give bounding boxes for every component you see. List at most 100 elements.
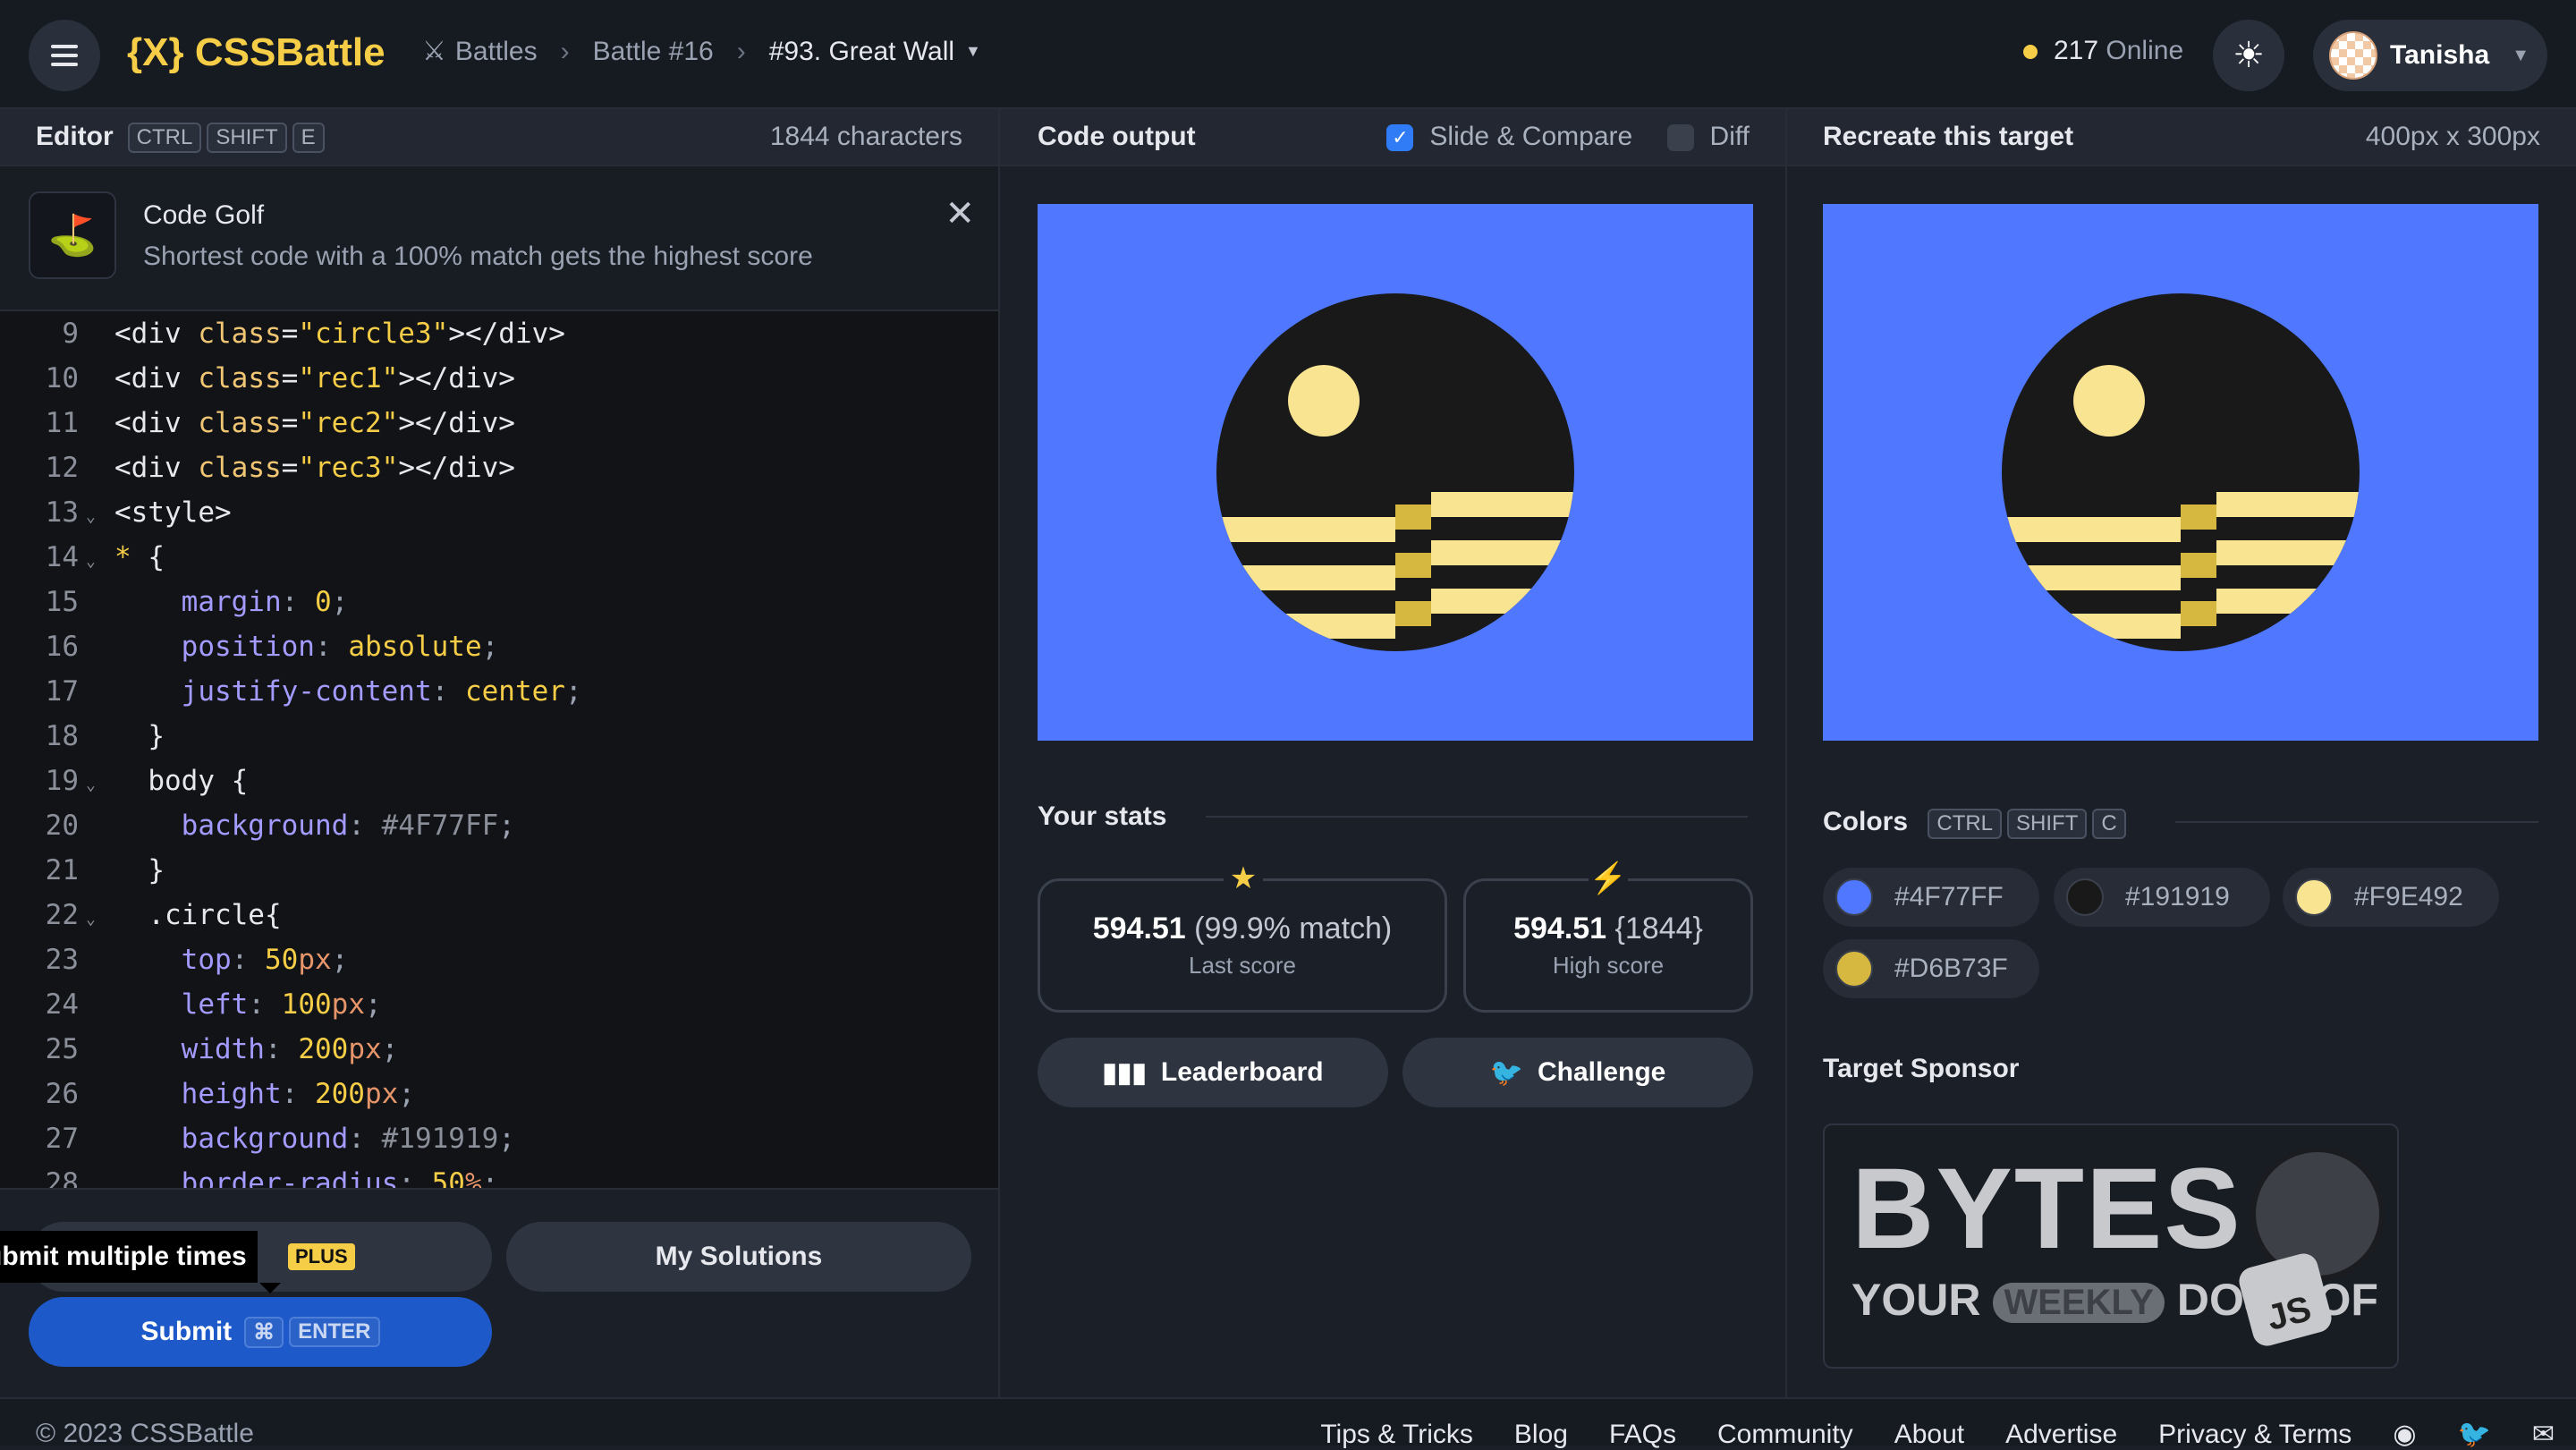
mouth-icon	[2250, 1147, 2385, 1281]
sponsor-banner[interactable]: BYTES YOUR WEEKLY DOSE OF JS	[1823, 1124, 2399, 1369]
code-line[interactable]: 22 ⌄ .circle{	[0, 893, 998, 937]
color-hex: #D6B73F	[1894, 954, 2008, 983]
editor-title: Editor	[36, 122, 114, 151]
code-line[interactable]: 25 width: 200px;	[0, 1027, 998, 1072]
footer-link[interactable]: Community	[1717, 1420, 1853, 1450]
footer-link[interactable]: FAQs	[1609, 1420, 1676, 1450]
breadcrumb-current[interactable]: #93. Great Wall	[769, 37, 954, 67]
code-line[interactable]: 26 height: 200px;	[0, 1072, 998, 1116]
stats-title: Your stats	[1038, 801, 1167, 831]
footer-link[interactable]: Tips & Tricks	[1320, 1420, 1473, 1450]
code-line[interactable]: 19 ⌄ body {	[0, 759, 998, 803]
color-dot	[1835, 950, 1873, 988]
footer-link[interactable]: Blog	[1514, 1420, 1568, 1450]
challenge-button[interactable]: 🐦 Challenge	[1402, 1038, 1753, 1107]
code-line[interactable]: 18 }	[0, 714, 998, 759]
code-golf-notice: ⛳ Code Golf Shortest code with a 100% ma…	[0, 166, 998, 311]
breadcrumb-battles[interactable]: Battles	[455, 37, 538, 67]
bar-chart-icon: ▮▮▮	[1102, 1057, 1147, 1088]
code-text: .circle{	[114, 899, 282, 931]
output-title: Code output	[1038, 122, 1196, 151]
breadcrumb: ⚔ Battles › Battle #16 › #93. Great Wall…	[422, 36, 981, 67]
footer-link[interactable]: Advertise	[2005, 1420, 2117, 1450]
tooltip: Submit multiple times	[0, 1231, 281, 1293]
code-line[interactable]: 10 <div class="rec1"></div>	[0, 356, 998, 401]
target-size: 400px x 300px	[2365, 122, 2540, 151]
sponsor-your: YOUR	[1852, 1275, 1981, 1325]
target-stripe	[2216, 492, 2360, 517]
line-number: 15	[45, 586, 79, 618]
code-line[interactable]: 24 left: 100px;	[0, 982, 998, 1027]
code-line[interactable]: 13 ⌄ <style>	[0, 490, 998, 535]
avatar	[2329, 31, 2377, 80]
last-match: (99.9% match)	[1194, 912, 1393, 945]
color-swatch[interactable]: #F9E492	[2283, 868, 2499, 927]
code-line[interactable]: 16 position: absolute;	[0, 624, 998, 669]
render-stripe	[1216, 614, 1395, 639]
code-line[interactable]: 9 <div class="circle3"></div>	[0, 311, 998, 356]
high-chars: {1844}	[1614, 912, 1703, 945]
diff-checkbox[interactable]	[1666, 124, 1694, 152]
caret-down-icon: ▼	[2512, 45, 2529, 65]
code-text: margin: 0;	[181, 586, 349, 618]
code-text: <div class="circle3"></div>	[114, 318, 565, 350]
line-number: 14	[45, 541, 79, 573]
code-line[interactable]: 27 background: #191919;	[0, 1116, 998, 1161]
footer: © 2023 CSSBattle Tips & Tricks Blog FAQs…	[0, 1397, 2576, 1449]
challenge-label: Challenge	[1537, 1057, 1666, 1087]
fold-chevron-icon[interactable]: ⌄	[79, 495, 114, 539]
output-canvas[interactable]	[1038, 204, 1753, 741]
line-number: 23	[45, 944, 79, 976]
notice-title: Code Golf	[143, 200, 265, 230]
code-line[interactable]: 20 background: #4F77FF;	[0, 803, 998, 848]
code-line[interactable]: 17 justify-content: center;	[0, 669, 998, 714]
user-name: Tanisha	[2390, 40, 2490, 70]
notice-description: Shortest code with a 100% match gets the…	[143, 242, 813, 271]
breadcrumb-battle[interactable]: Battle #16	[593, 37, 714, 67]
line-number: 12	[45, 452, 79, 484]
render-moon	[1288, 365, 1360, 437]
slide-compare-checkbox[interactable]: ✓	[1386, 124, 1414, 152]
line-number: 22	[45, 899, 79, 931]
sponsor-logo-text: BYTES	[1852, 1145, 2242, 1273]
code-line[interactable]: 28 border-radius: 50%;	[0, 1161, 998, 1188]
colors-label: Colors	[1823, 807, 1909, 836]
color-swatch[interactable]: #4F77FF	[1823, 868, 2039, 927]
menu-button[interactable]	[29, 20, 100, 91]
line-number: 20	[45, 810, 79, 842]
colors-title: Colors CTRL SHIFT C	[1823, 807, 2126, 839]
line-number: 18	[45, 720, 79, 752]
submit-button[interactable]: Submit ⌘ ENTER	[29, 1297, 492, 1367]
code-text: }	[114, 720, 165, 752]
editor-footer: Submit multiple times PLUS My Solutions …	[0, 1188, 998, 1399]
logo[interactable]: {X} CSSBattle	[127, 30, 386, 75]
color-swatch[interactable]: #191919	[2054, 868, 2270, 927]
user-menu[interactable]: Tanisha ▼	[2313, 20, 2547, 91]
leaderboard-button[interactable]: ▮▮▮ Leaderboard	[1038, 1038, 1388, 1107]
code-line[interactable]: 23 top: 50px;	[0, 937, 998, 982]
star-icon: ★	[1224, 859, 1263, 898]
caret-down-icon[interactable]: ▼	[965, 42, 981, 61]
output-options: ✓ Slide & Compare Diff	[1386, 122, 1750, 152]
code-line[interactable]: 14 ⌄ * {	[0, 535, 998, 580]
code-editor[interactable]: 9 <div class="circle3"></div> 10 <div class…	[0, 311, 998, 1188]
close-icon[interactable]: ✕	[945, 193, 975, 234]
high-score-value: 594.51 {1844}	[1513, 912, 1703, 946]
code-line[interactable]: 12 <div class="rec3"></div>	[0, 445, 998, 490]
leaderboard-label: Leaderboard	[1160, 1057, 1324, 1087]
fold-chevron-icon[interactable]: ⌄	[79, 539, 114, 584]
fold-chevron-icon[interactable]: ⌄	[79, 763, 114, 808]
my-solutions-button[interactable]: My Solutions	[506, 1222, 971, 1292]
code-line[interactable]: 21 }	[0, 848, 998, 893]
theme-toggle-button[interactable]: ☀	[2213, 20, 2284, 91]
code-line[interactable]: 11 <div class="rec2"></div>	[0, 401, 998, 445]
line-number: 11	[45, 407, 79, 439]
fold-chevron-icon[interactable]: ⌄	[79, 897, 114, 942]
render-stripe	[1431, 492, 1574, 517]
footer-link[interactable]: About	[1894, 1420, 1964, 1450]
kbd-shift: SHIFT	[2007, 809, 2088, 839]
code-line[interactable]: 15 margin: 0;	[0, 580, 998, 624]
color-swatch[interactable]: #D6B73F	[1823, 939, 2039, 998]
line-number: 21	[45, 854, 79, 886]
footer-link[interactable]: Privacy & Terms	[2158, 1420, 2351, 1450]
